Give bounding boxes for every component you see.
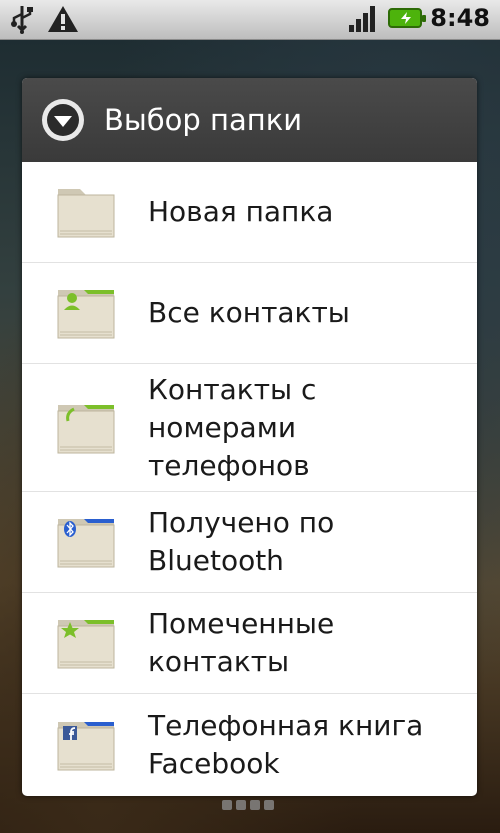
folder-item-all-contacts[interactable]: Все контакты xyxy=(22,263,477,364)
phone-folder-icon xyxy=(57,404,115,453)
folder-item-bluetooth[interactable]: Получено по Bluetooth xyxy=(22,492,477,593)
page-dot xyxy=(236,800,246,810)
folder-item-label: Новая папка xyxy=(148,195,334,228)
dropdown-circle-icon xyxy=(42,99,84,141)
signal-icon xyxy=(349,6,376,32)
folder-icon xyxy=(57,189,115,238)
folder-item-label: Все контакты xyxy=(148,296,350,329)
folder-picker-dialog: Выбор папки Новая папка Все контакты Кон… xyxy=(22,78,477,796)
battery-charging-icon xyxy=(388,8,427,28)
folder-item-facebook[interactable]: Телефонная книга Facebook xyxy=(22,694,477,796)
star-folder-icon xyxy=(57,620,115,669)
folder-item-label: Телефонная книга Facebook xyxy=(148,709,424,780)
notification-icons xyxy=(10,4,80,34)
folder-item-contacts-with-phones[interactable]: Контакты с номерами телефонов xyxy=(22,364,477,492)
page-dot xyxy=(250,800,260,810)
folder-item-starred-contacts[interactable]: Помеченные контакты xyxy=(22,593,477,694)
bluetooth-folder-icon xyxy=(57,519,115,568)
folder-item-label: Контакты с номерами телефонов xyxy=(148,372,317,482)
page-dot xyxy=(264,800,274,810)
folder-list: Новая папка Все контакты Контакты с номе… xyxy=(22,162,477,796)
clock: 8:48 xyxy=(430,4,490,32)
dialog-header: Выбор папки xyxy=(22,78,477,162)
warning-icon xyxy=(48,6,78,32)
contacts-folder-icon xyxy=(57,290,115,339)
dialog-title: Выбор папки xyxy=(104,103,303,137)
usb-icon xyxy=(11,6,33,34)
facebook-folder-icon xyxy=(57,722,115,771)
folder-item-new-folder[interactable]: Новая папка xyxy=(22,162,477,263)
system-icons: 8:48 xyxy=(348,3,490,33)
page-dot xyxy=(222,800,232,810)
folder-item-label: Получено по Bluetooth xyxy=(148,506,335,577)
homescreen-page-indicator xyxy=(222,800,274,810)
folder-item-label: Помеченные контакты xyxy=(148,607,335,678)
status-bar: 8:48 xyxy=(0,0,500,40)
